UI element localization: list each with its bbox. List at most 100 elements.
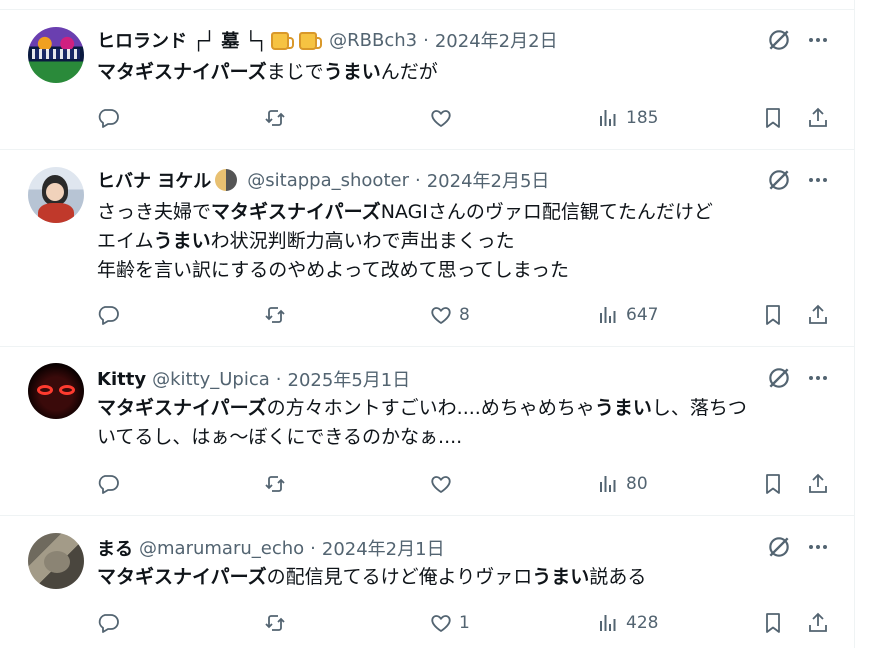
tweet-header: Kitty @kitty_Upica · 2025年5月1日 xyxy=(97,366,410,392)
bookmark-button[interactable] xyxy=(761,104,785,132)
reply-button[interactable] xyxy=(96,470,126,498)
retweet-button[interactable] xyxy=(263,470,293,498)
like-button[interactable]: 1 xyxy=(429,609,470,637)
display-name[interactable]: ヒバナ ヨケル xyxy=(97,167,211,193)
reply-icon xyxy=(96,611,120,635)
text-segment: の方々ホントすごいわ....めちゃめちゃ xyxy=(266,397,595,419)
tweet-text-line: エイムうまいわ状況判断力高いわで声出まくった xyxy=(97,227,814,256)
handle[interactable]: @kitty_Upica xyxy=(152,369,270,390)
bookmark-button[interactable] xyxy=(761,470,785,498)
action-bar: 80 xyxy=(0,470,854,498)
analytics-icon xyxy=(596,303,620,327)
display-name[interactable]: まる xyxy=(97,535,133,561)
beer-emoji-icon xyxy=(299,32,323,50)
text-segment: んだが xyxy=(380,61,438,83)
reply-button[interactable] xyxy=(96,104,126,132)
reply-icon xyxy=(96,472,120,496)
share-button[interactable] xyxy=(806,104,830,132)
heart-icon xyxy=(429,303,453,327)
grok-icon[interactable] xyxy=(766,27,792,53)
views-count: 428 xyxy=(626,613,659,633)
avatar[interactable] xyxy=(28,363,84,419)
like-button[interactable] xyxy=(429,470,459,498)
avatar[interactable] xyxy=(28,167,84,223)
more-icon[interactable] xyxy=(806,27,830,53)
reply-button[interactable] xyxy=(96,609,126,637)
tweet[interactable]: まる @marumaru_echo · 2024年2月1日 マタギスナイパーズの… xyxy=(0,516,854,648)
highlighted-text: マタギスナイパーズ xyxy=(97,566,267,588)
display-name[interactable]: Kitty xyxy=(97,369,146,390)
grok-icon[interactable] xyxy=(766,365,792,391)
timestamp[interactable]: 2024年2月1日 xyxy=(322,535,445,561)
reply-button[interactable] xyxy=(96,301,126,329)
timestamp[interactable]: 2024年2月5日 xyxy=(427,167,550,193)
views-button[interactable]: 185 xyxy=(596,104,658,132)
share-button[interactable] xyxy=(806,301,830,329)
tweet-text-line: さっき夫婦でマタギスナイパーズNAGIさんのヴァロ配信観てたんだけど xyxy=(97,198,814,227)
bookmark-icon xyxy=(761,106,785,130)
display-name[interactable]: ヒロランド ┌┘ 墓 └┐ xyxy=(97,27,267,53)
more-icon[interactable] xyxy=(806,167,830,193)
more-icon[interactable] xyxy=(806,365,830,391)
share-button[interactable] xyxy=(806,609,830,637)
text-segment: NAGIさんのヴァロ配信観てたんだけど xyxy=(380,201,713,223)
tweet[interactable]: ヒバナ ヨケル @sitappa_shooter · 2024年2月5日 さっき… xyxy=(0,150,854,347)
text-segment: まじで xyxy=(266,61,324,83)
highlighted-text: マタギスナイパーズ xyxy=(211,201,381,223)
analytics-icon xyxy=(596,611,620,635)
retweet-button[interactable] xyxy=(263,301,293,329)
views-button[interactable]: 80 xyxy=(596,470,648,498)
heart-icon xyxy=(429,106,453,130)
highlighted-text: うまい xyxy=(594,397,652,419)
like-button[interactable] xyxy=(429,104,459,132)
grok-icon[interactable] xyxy=(766,534,792,560)
avatar[interactable] xyxy=(28,533,84,589)
bookmark-button[interactable] xyxy=(761,609,785,637)
timestamp[interactable]: 2024年2月2日 xyxy=(435,27,558,53)
more-icon[interactable] xyxy=(806,534,830,560)
timestamp[interactable]: 2025年5月1日 xyxy=(288,366,411,392)
tweet-header: ヒバナ ヨケル @sitappa_shooter · 2024年2月5日 xyxy=(97,167,549,193)
views-count: 185 xyxy=(626,108,659,128)
separator-dot: · xyxy=(310,537,316,559)
handle[interactable]: @RBBch3 xyxy=(329,30,417,51)
text-segment: いてるし、はぁ〜ぼくにできるのかなぁ.... xyxy=(97,426,463,448)
timeline-feed: ヒロランド ┌┘ 墓 └┐ @RBBch3 · 2024年2月2日 マタギスナイ… xyxy=(0,0,855,648)
handle[interactable]: @sitappa_shooter xyxy=(247,170,409,191)
retweet-icon xyxy=(263,611,287,635)
reply-icon xyxy=(96,303,120,327)
views-count: 647 xyxy=(626,305,659,325)
share-icon xyxy=(806,303,830,327)
analytics-icon xyxy=(596,106,620,130)
tweet[interactable]: ヒロランド ┌┘ 墓 └┐ @RBBch3 · 2024年2月2日 マタギスナイ… xyxy=(0,10,854,150)
bookmark-button[interactable] xyxy=(761,301,785,329)
heart-icon xyxy=(429,611,453,635)
tweet-text: マタギスナイパーズの配信見てるけど俺よりヴァロうまい説ある xyxy=(97,563,814,592)
like-count: 8 xyxy=(459,305,470,325)
share-icon xyxy=(806,106,830,130)
tweet-text-line: マタギスナイパーズまじでうまいんだが xyxy=(97,58,814,87)
bookmark-icon xyxy=(761,611,785,635)
retweet-button[interactable] xyxy=(263,609,293,637)
tweet-text-line: マタギスナイパーズの配信見てるけど俺よりヴァロうまい説ある xyxy=(97,563,814,592)
separator-dot: · xyxy=(414,169,421,191)
grok-icon[interactable] xyxy=(766,167,792,193)
retweet-button[interactable] xyxy=(263,104,293,132)
text-segment: し、落ちつ xyxy=(651,397,747,419)
avatar[interactable] xyxy=(28,27,84,83)
share-button[interactable] xyxy=(806,470,830,498)
bookmark-icon xyxy=(761,472,785,496)
handle[interactable]: @marumaru_echo xyxy=(139,538,304,559)
like-button[interactable]: 8 xyxy=(429,301,470,329)
views-button[interactable]: 647 xyxy=(596,301,658,329)
text-segment: わ状況判断力高いわで声出まくった xyxy=(210,230,515,252)
separator-dot: · xyxy=(275,368,282,390)
tweet-text-line: マタギスナイパーズの方々ホントすごいわ....めちゃめちゃうまいし、落ちつ xyxy=(97,394,814,423)
tweet-text: さっき夫婦でマタギスナイパーズNAGIさんのヴァロ配信観てたんだけど エイムうまい… xyxy=(97,198,814,285)
tweet-header: ヒロランド ┌┘ 墓 └┐ @RBBch3 · 2024年2月2日 xyxy=(97,27,558,53)
tweet[interactable]: Kitty @kitty_Upica · 2025年5月1日 マタギスナイパーズ… xyxy=(0,347,854,516)
highlighted-text: うまい xyxy=(532,566,590,588)
separator-dot: · xyxy=(423,29,429,51)
share-icon xyxy=(806,611,830,635)
views-button[interactable]: 428 xyxy=(596,609,658,637)
